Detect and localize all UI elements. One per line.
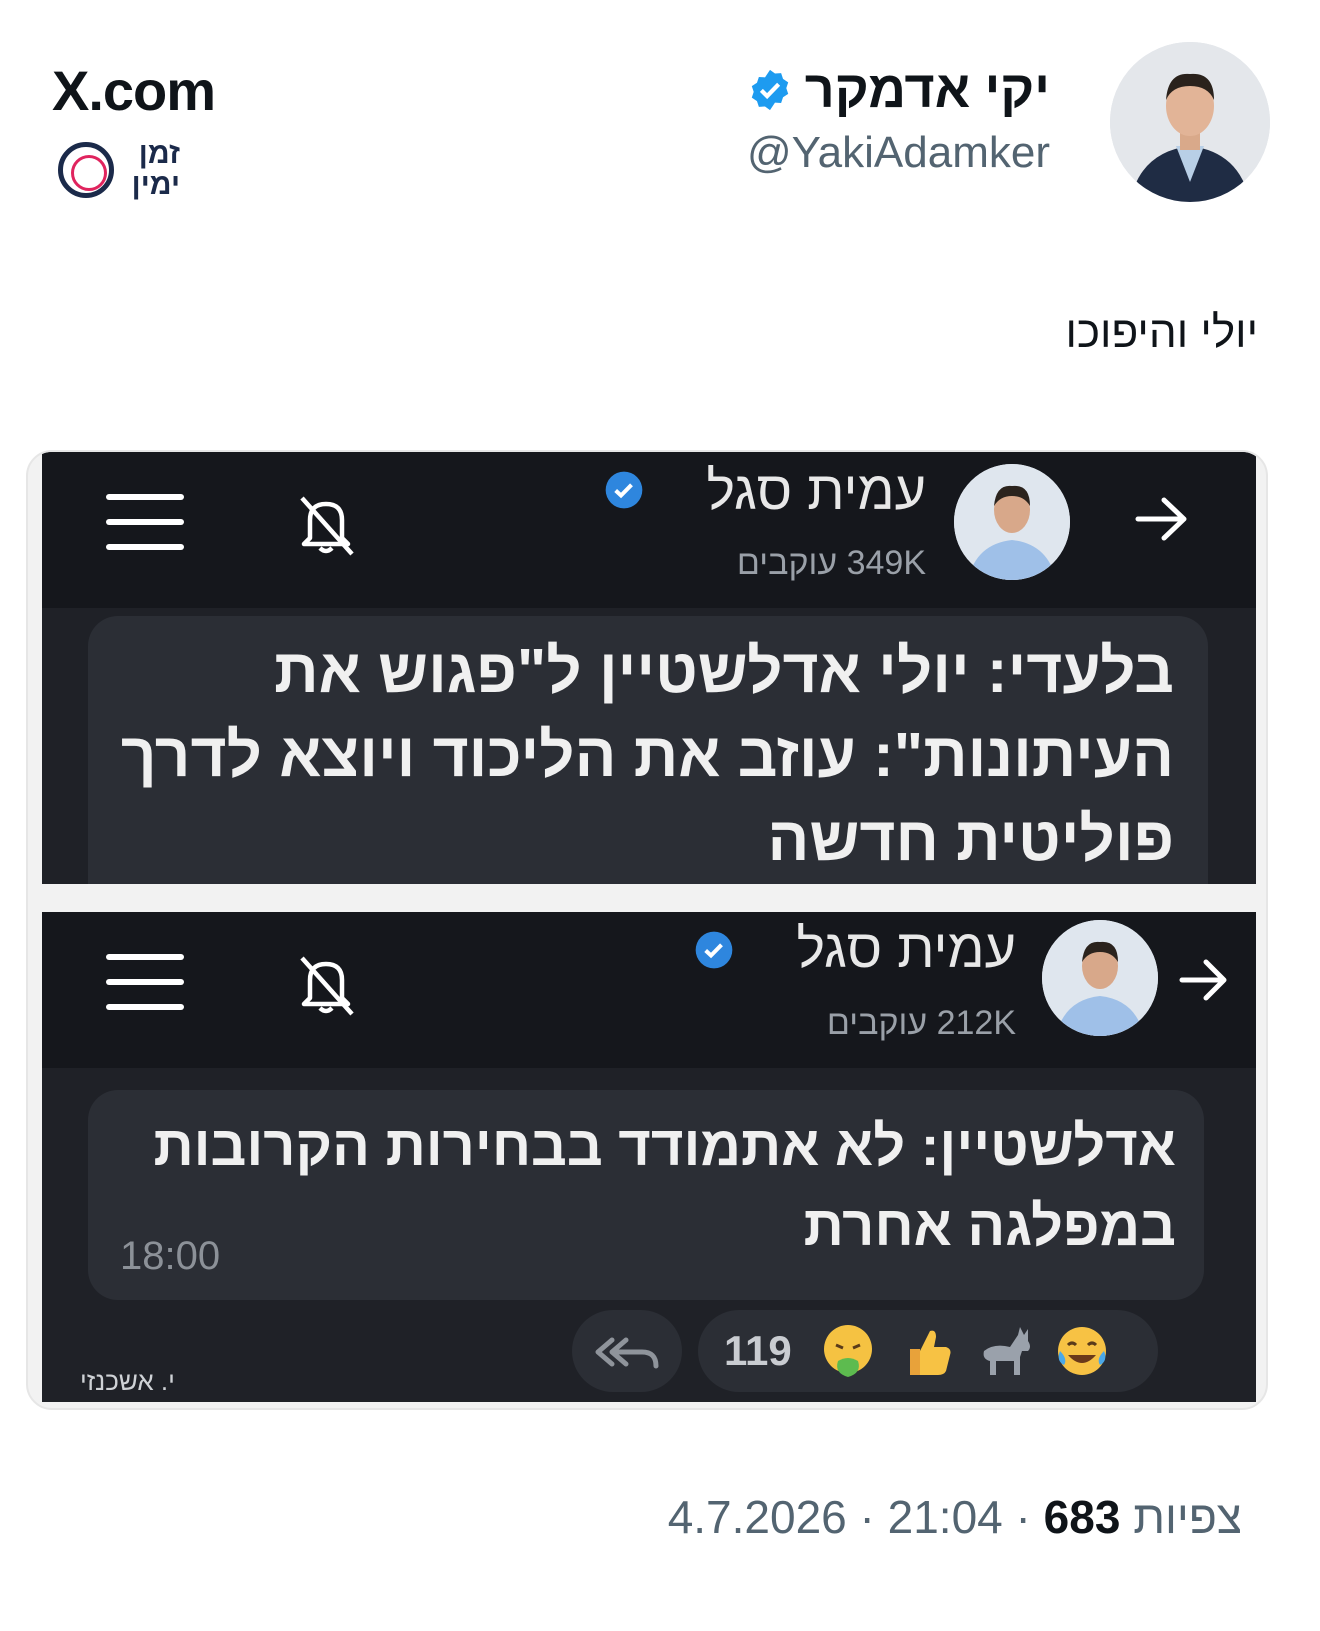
channel-message: אדלשטיין: לא אתמודד בבחירות הקרובות במפל… (88, 1090, 1204, 1300)
site-label: X.com (52, 59, 216, 122)
verified-badge-icon (751, 69, 788, 111)
logo-text: זמן ימין (131, 137, 180, 201)
channel-followers: 349K עוקבים (736, 544, 926, 582)
joy-emoji-icon (1057, 1327, 1106, 1375)
tweet-media[interactable]: עמית סגל 349K עוקבים בלעדי: יולי אדלשטיי… (26, 450, 1268, 1410)
channel-header-bar (42, 452, 1256, 608)
author-handle[interactable]: @YakiAdamker (747, 128, 1050, 178)
bell-muted-icon (300, 956, 354, 1016)
channel-name: עמית סגל (796, 919, 1016, 979)
author-avatar[interactable] (1110, 42, 1270, 202)
reply-all-icon (595, 1337, 659, 1369)
tweet-text: יולי והיפוכו (1065, 308, 1258, 357)
arrow-right-icon (1135, 497, 1187, 541)
nauseated-emoji-icon (823, 1325, 872, 1377)
telegram-screenshot-1: עמית סגל 349K עוקבים בלעדי: יולי אדלשטיי… (42, 452, 1256, 884)
channel-message: בלעדי: יולי אדלשטיין ל"פגוש את העיתונות"… (88, 616, 1208, 884)
thumbs-up-emoji-icon (909, 1330, 951, 1375)
reply-button (572, 1310, 682, 1392)
author-name-row[interactable]: יקי אדמקר (747, 60, 1050, 120)
zman-yamin-logo: זמן ימין (58, 138, 188, 202)
verified-badge-icon (605, 471, 643, 509)
reactions-bar: 119 (698, 1310, 1158, 1392)
views-label: צפיות (1133, 1491, 1242, 1543)
reaction-count: 119 (724, 1327, 792, 1374)
arrow-right-icon (1179, 959, 1227, 1001)
channel-followers: 212K עוקבים (826, 1004, 1016, 1042)
author-name[interactable]: יקי אדמקר (805, 60, 1050, 120)
tweet-meta: צפיות 683 · 21:04 · 4.7.2026 (668, 1490, 1242, 1544)
bell-muted-icon (300, 496, 354, 556)
tweet-time[interactable]: 21:04 (888, 1491, 1003, 1543)
message-time: 18:00 (120, 1234, 221, 1278)
channel-avatar (1042, 920, 1158, 1036)
telegram-screenshot-2: עמית סגל 212K עוקבים אדלשטיין: לא אתמודד… (42, 912, 1256, 1402)
channel-name: עמית סגל (706, 461, 926, 521)
tweet-date[interactable]: 4.7.2026 (668, 1491, 847, 1543)
views-count: 683 (1043, 1491, 1121, 1543)
donkey-emoji-icon (983, 1327, 1030, 1375)
menu-icon (106, 954, 184, 1010)
menu-icon (106, 494, 184, 550)
megaphone-clock-icon (58, 142, 114, 198)
separator: · (1002, 1491, 1031, 1543)
channel-avatar (954, 464, 1070, 580)
separator: · (846, 1491, 875, 1543)
image-credit: י. אשכנזי (80, 1366, 175, 1396)
verified-badge-icon (695, 931, 733, 969)
